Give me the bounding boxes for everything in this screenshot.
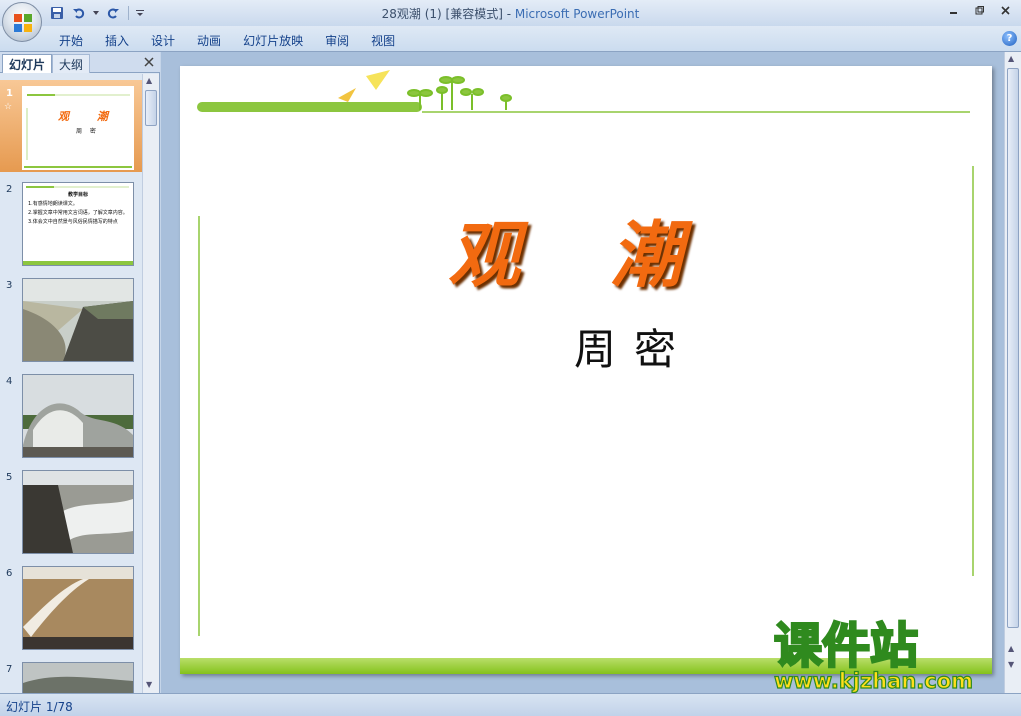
- slide-thumbnail-1[interactable]: 1 ☆ 观 潮 周 密: [0, 80, 143, 172]
- help-button[interactable]: ?: [1002, 31, 1017, 46]
- slides-pane: 幻灯片 大纲 1 ☆ 观 潮 周 密 2 教学目标 1.有感情地朗读课文。 2.…: [0, 52, 160, 693]
- title-bar: 28观潮 (1) [兼容模式] - Microsoft PowerPoint: [0, 0, 1021, 26]
- restore-button[interactable]: [967, 2, 991, 18]
- tab-slides[interactable]: 幻灯片: [2, 54, 53, 73]
- slide-thumbnail-5[interactable]: 5: [0, 464, 143, 556]
- thumbnail-body: 1.有感情地朗读课文。 2.掌握文章中常用文言词语，了解文章内容。 3.体会文中…: [28, 201, 130, 225]
- tide-photo: [23, 279, 133, 361]
- ribbon-tabs: 开始 插入 设计 动画 幻灯片放映 审阅 视图: [48, 30, 406, 51]
- minimize-button[interactable]: [941, 2, 965, 18]
- window-controls: [941, 2, 1017, 18]
- previous-slide-icon[interactable]: ▲: [1008, 644, 1014, 653]
- pane-tabs: 幻灯片 大纲: [0, 52, 160, 73]
- slide-thumbnail-3[interactable]: 3: [0, 272, 143, 364]
- tab-view[interactable]: 视图: [360, 30, 406, 51]
- thumbnail-image: [22, 278, 134, 362]
- slide-title[interactable]: 观潮: [448, 196, 772, 301]
- thumbnail-image: [22, 374, 134, 458]
- thumbnail-heading: 教学目标: [67, 192, 88, 198]
- slide-number: 4: [6, 376, 13, 387]
- close-icon: [144, 57, 154, 67]
- slide-number: 5: [6, 472, 13, 483]
- scroll-up-arrow-icon[interactable]: ▲: [1008, 54, 1014, 63]
- tide-photo: [23, 375, 133, 457]
- thumbnail-title: 观 潮: [58, 110, 120, 123]
- window-title: 28观潮 (1) [兼容模式] - Microsoft PowerPoint: [0, 5, 1021, 22]
- close-button[interactable]: [993, 2, 1017, 18]
- slide-number: 1: [6, 88, 13, 99]
- slide-author[interactable]: 周密: [574, 316, 694, 377]
- document-title: 28观潮 (1) [兼容模式] -: [381, 7, 515, 21]
- office-button[interactable]: [2, 2, 42, 42]
- thumbnail-image: [22, 662, 134, 693]
- close-icon: [1000, 5, 1010, 15]
- tab-review[interactable]: 审阅: [314, 30, 360, 51]
- scroll-up-arrow-icon[interactable]: ▲: [146, 76, 152, 85]
- editor-scrollbar[interactable]: ▲ ▲ ▼: [1004, 52, 1021, 693]
- close-pane-button[interactable]: [144, 55, 154, 71]
- next-slide-icon[interactable]: ▼: [1008, 660, 1014, 669]
- ribbon: 开始 插入 设计 动画 幻灯片放映 审阅 视图 ?: [0, 26, 1021, 52]
- watermark-url: www.kjzhan.com: [774, 669, 973, 693]
- tab-design[interactable]: 设计: [140, 30, 186, 51]
- animation-star-icon: ☆: [4, 102, 13, 112]
- tab-outline[interactable]: 大纲: [52, 54, 91, 73]
- thumbnail-line: 1.有感情地朗读课文。: [28, 201, 78, 207]
- slide-thumbnail-7[interactable]: 7: [0, 656, 143, 693]
- kjzhan-watermark-logo: 课件站 www.kjzhan.com: [773, 617, 974, 694]
- thumbnails-scrollbar[interactable]: ▲ ▼: [142, 74, 159, 693]
- slide-thumbnails: 1 ☆ 观 潮 周 密 2 教学目标 1.有感情地朗读课文。 2.掌握文章中常用…: [0, 74, 143, 693]
- slide-thumbnail-6[interactable]: 6: [0, 560, 143, 652]
- minimize-icon: [949, 11, 957, 14]
- tide-photo: [23, 471, 133, 553]
- tide-photo: [23, 663, 133, 693]
- scrollbar-thumb[interactable]: [145, 90, 157, 126]
- slide-number: 2: [6, 184, 13, 195]
- slide-thumbnail-4[interactable]: 4: [0, 368, 143, 460]
- scrollbar-thumb[interactable]: [1007, 68, 1019, 628]
- thumbnail-image: 教学目标 1.有感情地朗读课文。 2.掌握文章中常用文言词语，了解文章内容。 3…: [22, 182, 134, 266]
- slide-number: 7: [6, 664, 13, 675]
- office-logo-icon: [14, 14, 32, 32]
- tab-insert[interactable]: 插入: [94, 30, 140, 51]
- thumbnail-line: 3.体会文中自然景与风俗民情描写的特点: [28, 219, 118, 225]
- thumbnail-subtitle: 周 密: [76, 128, 99, 135]
- thumbnail-image: [22, 566, 134, 650]
- scroll-down-arrow-icon[interactable]: ▼: [146, 680, 152, 689]
- slide-canvas[interactable]: 观潮 周密: [180, 66, 992, 674]
- app-name: Microsoft PowerPoint: [514, 7, 640, 21]
- slide-thumbnail-2[interactable]: 2 教学目标 1.有感情地朗读课文。 2.掌握文章中常用文言词语，了解文章内容。…: [0, 176, 143, 268]
- tab-home[interactable]: 开始: [48, 30, 94, 51]
- status-bar: 幻灯片 1/78: [0, 693, 1021, 716]
- thumbnail-image: 观 潮 周 密: [22, 86, 134, 170]
- slide-editor: 观潮 周密 ▲ ▲ ▼: [161, 52, 1021, 693]
- restore-icon: [975, 5, 984, 14]
- slide-number: 6: [6, 568, 13, 579]
- tab-slide-show[interactable]: 幻灯片放映: [232, 30, 314, 51]
- help-icon: ?: [1006, 33, 1013, 44]
- slide-counter: 幻灯片 1/78: [6, 700, 73, 714]
- watermark-title: 课件站: [774, 618, 918, 674]
- tide-photo: [23, 567, 133, 649]
- slide-number: 3: [6, 280, 13, 291]
- thumbnail-image: [22, 470, 134, 554]
- tab-animations[interactable]: 动画: [186, 30, 232, 51]
- thumbnail-line: 2.掌握文章中常用文言词语，了解文章内容。: [28, 210, 128, 216]
